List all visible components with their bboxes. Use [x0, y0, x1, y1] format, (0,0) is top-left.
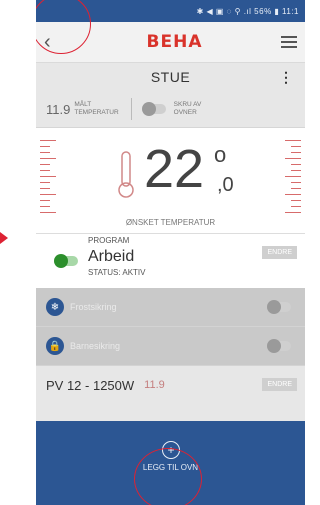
add-icon[interactable]: +: [162, 441, 180, 459]
device-edit-button[interactable]: ENDRE: [262, 378, 297, 391]
room-title-row: STUE ⋮: [36, 63, 305, 91]
setpoint-caption: ØNSKET TEMPERATUR: [125, 218, 216, 227]
measured-temperature: 11.9 MÅLT TEMPERATUR: [46, 101, 119, 117]
hamburger-menu-icon[interactable]: [281, 36, 297, 48]
child-lock-toggle[interactable]: [267, 339, 291, 353]
setpoint-integer: 22: [144, 139, 205, 199]
list-item-child-lock[interactable]: 🔒 Barnesikring: [36, 327, 305, 366]
program-status: STATUS: AKTIV: [88, 268, 146, 277]
add-heater-footer[interactable]: + LEGG TIL OVN: [36, 421, 305, 505]
frost-protection-toggle[interactable]: [267, 300, 291, 314]
add-heater-label[interactable]: LEGG TIL OVN: [36, 463, 305, 472]
status-text: ✱ ◀ ▣ ◌ ⚲ .ıl 56% ▮ 11:1: [196, 6, 299, 16]
increase-temperature-slider[interactable]: [279, 140, 301, 220]
setpoint-degree: o: [214, 142, 227, 167]
lock-icon: 🔒: [46, 337, 64, 355]
status-bar: ✱ ◀ ▣ ◌ ⚲ .ıl 56% ▮ 11:1: [36, 0, 305, 22]
divider: [130, 98, 132, 120]
program-card: PROGRAM Arbeid STATUS: AKTIV ENDRE: [36, 233, 305, 288]
brand-logo: BEHA: [146, 32, 203, 52]
decrease-temperature-slider[interactable]: [40, 140, 62, 220]
child-lock-label: Barnesikring: [70, 341, 121, 351]
more-options-icon[interactable]: ⋮: [279, 69, 293, 86]
room-info-row: 11.9 MÅLT TEMPERATUR SKRU AV OVNER: [36, 91, 305, 128]
app-bar: ‹ BEHA: [36, 22, 305, 63]
device-temperature: 11.9: [144, 379, 165, 391]
settings-list: ❄ Frostsikring 🔒 Barnesikring: [36, 288, 305, 366]
device-name: PV 12 - 1250W: [46, 377, 135, 393]
annotation-arrow: [0, 232, 8, 244]
measured-temperature-value: 11.9: [46, 101, 71, 117]
heaters-off-label: SKRU AV OVNER: [173, 101, 202, 116]
list-item-frost-protection[interactable]: ❄ Frostsikring: [36, 288, 305, 327]
measured-temperature-label: MÅLT TEMPERATUR: [74, 101, 119, 116]
heaters-off-toggle[interactable]: [141, 102, 166, 116]
program-value: Arbeid: [88, 248, 135, 265]
setpoint-decimal: ,0: [217, 174, 234, 196]
frost-protection-label: Frostsikring: [70, 302, 117, 312]
program-label: PROGRAM: [88, 236, 130, 245]
back-icon[interactable]: ‹: [44, 31, 68, 54]
device-row[interactable]: PV 12 - 1250W 11.9 ENDRE: [36, 366, 305, 404]
snowflake-icon: ❄: [46, 298, 64, 316]
setpoint-panel: 22 o ,0 ØNSKET TEMPERATUR: [36, 128, 305, 233]
program-edit-button[interactable]: ENDRE: [262, 246, 297, 259]
room-title: STUE: [150, 69, 191, 85]
thermometer-icon: [118, 151, 134, 198]
program-toggle[interactable]: [54, 254, 78, 268]
phone-screen: ✱ ◀ ▣ ◌ ⚲ .ıl 56% ▮ 11:1 ‹ BEHA STUE ⋮ 1…: [36, 0, 305, 505]
